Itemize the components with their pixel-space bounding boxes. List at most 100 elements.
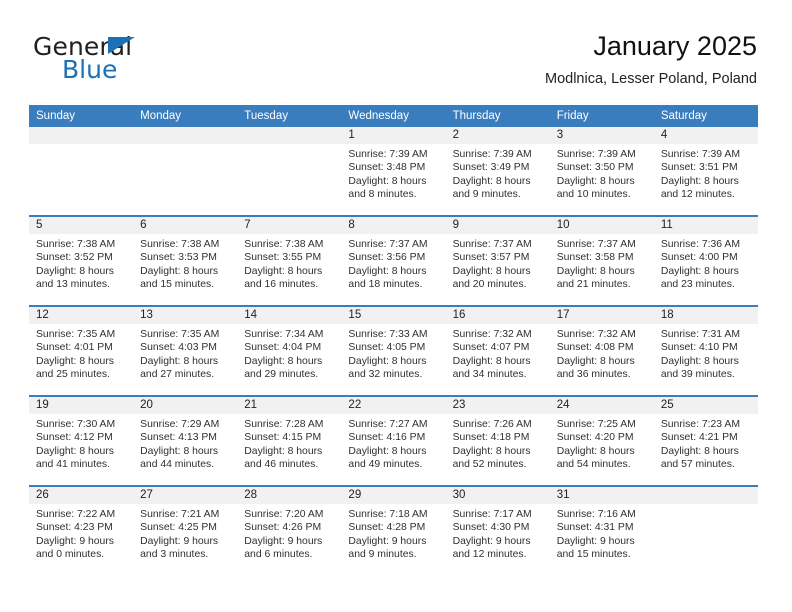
daylight-line-1: Daylight: 8 hours: [556, 265, 635, 277]
calendar-day-cell[interactable]: 15 Sunrise: 7:33 AM Sunset: 4:05 PM Dayligh…: [341, 305, 446, 396]
day-number: 5: [29, 217, 134, 234]
calendar-day-cell[interactable]: 10 Sunrise: 7:37 AM Sunset: 3:58 PM Dayligh…: [549, 215, 654, 306]
day-number: 18: [653, 307, 758, 324]
weekday-header-wednesday: Wednesday: [341, 105, 446, 127]
sunrise-time: Sunrise: 7:35 AM: [140, 329, 220, 340]
day-cell-inner: 19 Sunrise: 7:30 AM Sunset: 4:12 PM Dayligh…: [29, 397, 134, 485]
daylight-line-1: Daylight: 8 hours: [140, 265, 219, 277]
calendar-day-cell[interactable]: 18 Sunrise: 7:31 AM Sunset: 4:10 PM Dayligh…: [653, 305, 758, 396]
daylight-line-2: and 54 minutes.: [556, 459, 631, 471]
day-cell-inner: 16 Sunrise: 7:32 AM Sunset: 4:07 PM Dayligh…: [445, 307, 550, 395]
calendar-day-cell[interactable]: 28 Sunrise: 7:20 AM Sunset: 4:26 PM Dayligh…: [237, 485, 342, 575]
calendar-day-cell[interactable]: 24 Sunrise: 7:25 AM Sunset: 4:20 PM Dayligh…: [549, 395, 654, 486]
calendar-day-cell[interactable]: 30 Sunrise: 7:17 AM Sunset: 4:30 PM Dayligh…: [445, 485, 550, 575]
sunrise-time: Sunrise: 7:16 AM: [556, 509, 636, 520]
calendar-week-row: 26 Sunrise: 7:22 AM Sunset: 4:23 PM Dayligh…: [29, 485, 758, 575]
day-details: Sunrise: 7:38 AM Sunset: 3:55 PM Daylight:…: [237, 234, 341, 292]
daylight-line-1: Daylight: 8 hours: [244, 445, 323, 457]
calendar-week-row: 5 Sunrise: 7:38 AM Sunset: 3:52 PM Daylight…: [29, 215, 758, 306]
calendar-week-row: 12 Sunrise: 7:35 AM Sunset: 4:01 PM Dayligh…: [29, 305, 758, 396]
calendar-body: 1 Sunrise: 7:39 AM Sunset: 3:48 PM Daylight…: [29, 127, 758, 575]
calendar-day-cell[interactable]: 14 Sunrise: 7:34 AM Sunset: 4:04 PM Dayligh…: [237, 305, 342, 396]
calendar-page: General Blue January 2025 Modlnica, Less…: [0, 0, 792, 612]
day-cell-inner: 12 Sunrise: 7:35 AM Sunset: 4:01 PM Dayligh…: [29, 307, 134, 395]
day-details: Sunrise: 7:32 AM Sunset: 4:07 PM Daylight:…: [446, 324, 550, 382]
sunset-time: Sunset: 3:49 PM: [452, 162, 530, 174]
daylight-line-1: Daylight: 9 hours: [452, 535, 531, 547]
calendar-day-cell[interactable]: 20 Sunrise: 7:29 AM Sunset: 4:13 PM Dayligh…: [133, 395, 238, 486]
daylight-line-1: Daylight: 8 hours: [452, 355, 531, 367]
sunset-time: Sunset: 3:58 PM: [556, 252, 634, 264]
calendar-day-cell-empty: [653, 485, 758, 575]
calendar-day-cell[interactable]: 25 Sunrise: 7:23 AM Sunset: 4:21 PM Dayligh…: [653, 395, 758, 486]
day-cell-inner: 9 Sunrise: 7:37 AM Sunset: 3:57 PM Daylight…: [445, 217, 550, 305]
day-details: Sunrise: 7:33 AM Sunset: 4:05 PM Daylight:…: [341, 324, 445, 382]
sunset-time: Sunset: 4:04 PM: [244, 342, 322, 354]
day-number: 9: [445, 217, 550, 234]
calendar-day-cell[interactable]: 13 Sunrise: 7:35 AM Sunset: 4:03 PM Dayligh…: [133, 305, 238, 396]
calendar-day-cell[interactable]: 19 Sunrise: 7:30 AM Sunset: 4:12 PM Dayligh…: [29, 395, 134, 486]
sunrise-time: Sunrise: 7:35 AM: [36, 329, 116, 340]
day-cell-inner: [133, 127, 238, 215]
day-details: Sunrise: 7:31 AM Sunset: 4:10 PM Daylight:…: [654, 324, 758, 382]
sunset-time: Sunset: 4:26 PM: [244, 522, 322, 534]
title-block: January 2025 Modlnica, Lesser Poland, Po…: [545, 30, 757, 89]
day-number: 11: [653, 217, 758, 234]
daylight-line-2: and 15 minutes.: [140, 279, 215, 291]
day-number: 28: [237, 487, 342, 504]
day-cell-inner: 29 Sunrise: 7:18 AM Sunset: 4:28 PM Dayligh…: [341, 487, 446, 575]
sunrise-time: Sunrise: 7:39 AM: [452, 149, 532, 160]
weekday-header-monday: Monday: [133, 105, 238, 127]
daylight-line-1: Daylight: 9 hours: [348, 535, 427, 547]
sunrise-time: Sunrise: 7:39 AM: [660, 149, 740, 160]
day-details: Sunrise: 7:38 AM Sunset: 3:53 PM Daylight:…: [133, 234, 237, 292]
calendar-day-cell[interactable]: 4 Sunrise: 7:39 AM Sunset: 3:51 PM Daylight…: [653, 127, 758, 216]
day-details: Sunrise: 7:18 AM Sunset: 4:28 PM Daylight:…: [341, 504, 445, 562]
calendar-day-cell[interactable]: 16 Sunrise: 7:32 AM Sunset: 4:07 PM Dayligh…: [445, 305, 550, 396]
day-cell-inner: 23 Sunrise: 7:26 AM Sunset: 4:18 PM Dayligh…: [445, 397, 550, 485]
calendar-day-cell[interactable]: 23 Sunrise: 7:26 AM Sunset: 4:18 PM Dayligh…: [445, 395, 550, 486]
day-number: 26: [29, 487, 134, 504]
daylight-line-2: and 20 minutes.: [452, 279, 527, 291]
day-details: Sunrise: 7:21 AM Sunset: 4:25 PM Daylight:…: [133, 504, 237, 562]
brand-logo[interactable]: General Blue: [33, 34, 243, 86]
calendar-day-cell[interactable]: 31 Sunrise: 7:16 AM Sunset: 4:31 PM Dayligh…: [549, 485, 654, 575]
calendar-day-cell[interactable]: 12 Sunrise: 7:35 AM Sunset: 4:01 PM Dayligh…: [29, 305, 134, 396]
calendar-day-cell[interactable]: 1 Sunrise: 7:39 AM Sunset: 3:48 PM Daylight…: [341, 127, 446, 216]
day-number: 21: [237, 397, 342, 414]
day-details: Sunrise: 7:39 AM Sunset: 3:50 PM Daylight:…: [550, 144, 654, 202]
sunset-time: Sunset: 3:53 PM: [140, 252, 217, 264]
day-number: [237, 127, 342, 144]
calendar-day-cell[interactable]: 6 Sunrise: 7:38 AM Sunset: 3:53 PM Daylight…: [133, 215, 238, 306]
calendar-day-cell[interactable]: 2 Sunrise: 7:39 AM Sunset: 3:49 PM Daylight…: [445, 127, 550, 216]
calendar-day-cell[interactable]: 3 Sunrise: 7:39 AM Sunset: 3:50 PM Daylight…: [549, 127, 654, 216]
daylight-line-2: and 25 minutes.: [36, 369, 110, 381]
sunrise-time: Sunrise: 7:25 AM: [556, 419, 636, 430]
day-number: [29, 127, 134, 144]
calendar-day-cell[interactable]: 5 Sunrise: 7:38 AM Sunset: 3:52 PM Daylight…: [29, 215, 134, 306]
calendar-day-cell[interactable]: 26 Sunrise: 7:22 AM Sunset: 4:23 PM Dayligh…: [29, 485, 134, 575]
day-details: Sunrise: 7:25 AM Sunset: 4:20 PM Daylight:…: [550, 414, 654, 472]
calendar-day-cell[interactable]: 17 Sunrise: 7:32 AM Sunset: 4:08 PM Dayligh…: [549, 305, 654, 396]
calendar-day-cell[interactable]: 11 Sunrise: 7:36 AM Sunset: 4:00 PM Dayligh…: [653, 215, 758, 306]
calendar-day-cell[interactable]: 7 Sunrise: 7:38 AM Sunset: 3:55 PM Daylight…: [237, 215, 342, 306]
calendar-day-cell[interactable]: 9 Sunrise: 7:37 AM Sunset: 3:57 PM Daylight…: [445, 215, 550, 306]
daylight-line-2: and 27 minutes.: [140, 369, 215, 381]
day-number: 7: [237, 217, 342, 234]
day-cell-inner: 20 Sunrise: 7:29 AM Sunset: 4:13 PM Dayligh…: [133, 397, 238, 485]
day-cell-inner: 28 Sunrise: 7:20 AM Sunset: 4:26 PM Dayligh…: [237, 487, 342, 575]
sunrise-time: Sunrise: 7:34 AM: [244, 329, 324, 340]
day-number: 6: [133, 217, 238, 234]
calendar-day-cell[interactable]: 22 Sunrise: 7:27 AM Sunset: 4:16 PM Dayligh…: [341, 395, 446, 486]
daylight-line-2: and 21 minutes.: [556, 279, 631, 291]
sunrise-time: Sunrise: 7:32 AM: [452, 329, 532, 340]
calendar-day-cell[interactable]: 29 Sunrise: 7:18 AM Sunset: 4:28 PM Dayligh…: [341, 485, 446, 575]
calendar-day-cell[interactable]: 27 Sunrise: 7:21 AM Sunset: 4:25 PM Dayligh…: [133, 485, 238, 575]
day-number: 1: [341, 127, 446, 144]
calendar-day-cell[interactable]: 21 Sunrise: 7:28 AM Sunset: 4:15 PM Dayligh…: [237, 395, 342, 486]
calendar-day-cell[interactable]: 8 Sunrise: 7:37 AM Sunset: 3:56 PM Daylight…: [341, 215, 446, 306]
sunrise-time: Sunrise: 7:37 AM: [348, 239, 428, 250]
daylight-line-2: and 44 minutes.: [140, 459, 215, 471]
daylight-line-2: and 16 minutes.: [244, 279, 319, 291]
sunrise-time: Sunrise: 7:28 AM: [244, 419, 324, 430]
